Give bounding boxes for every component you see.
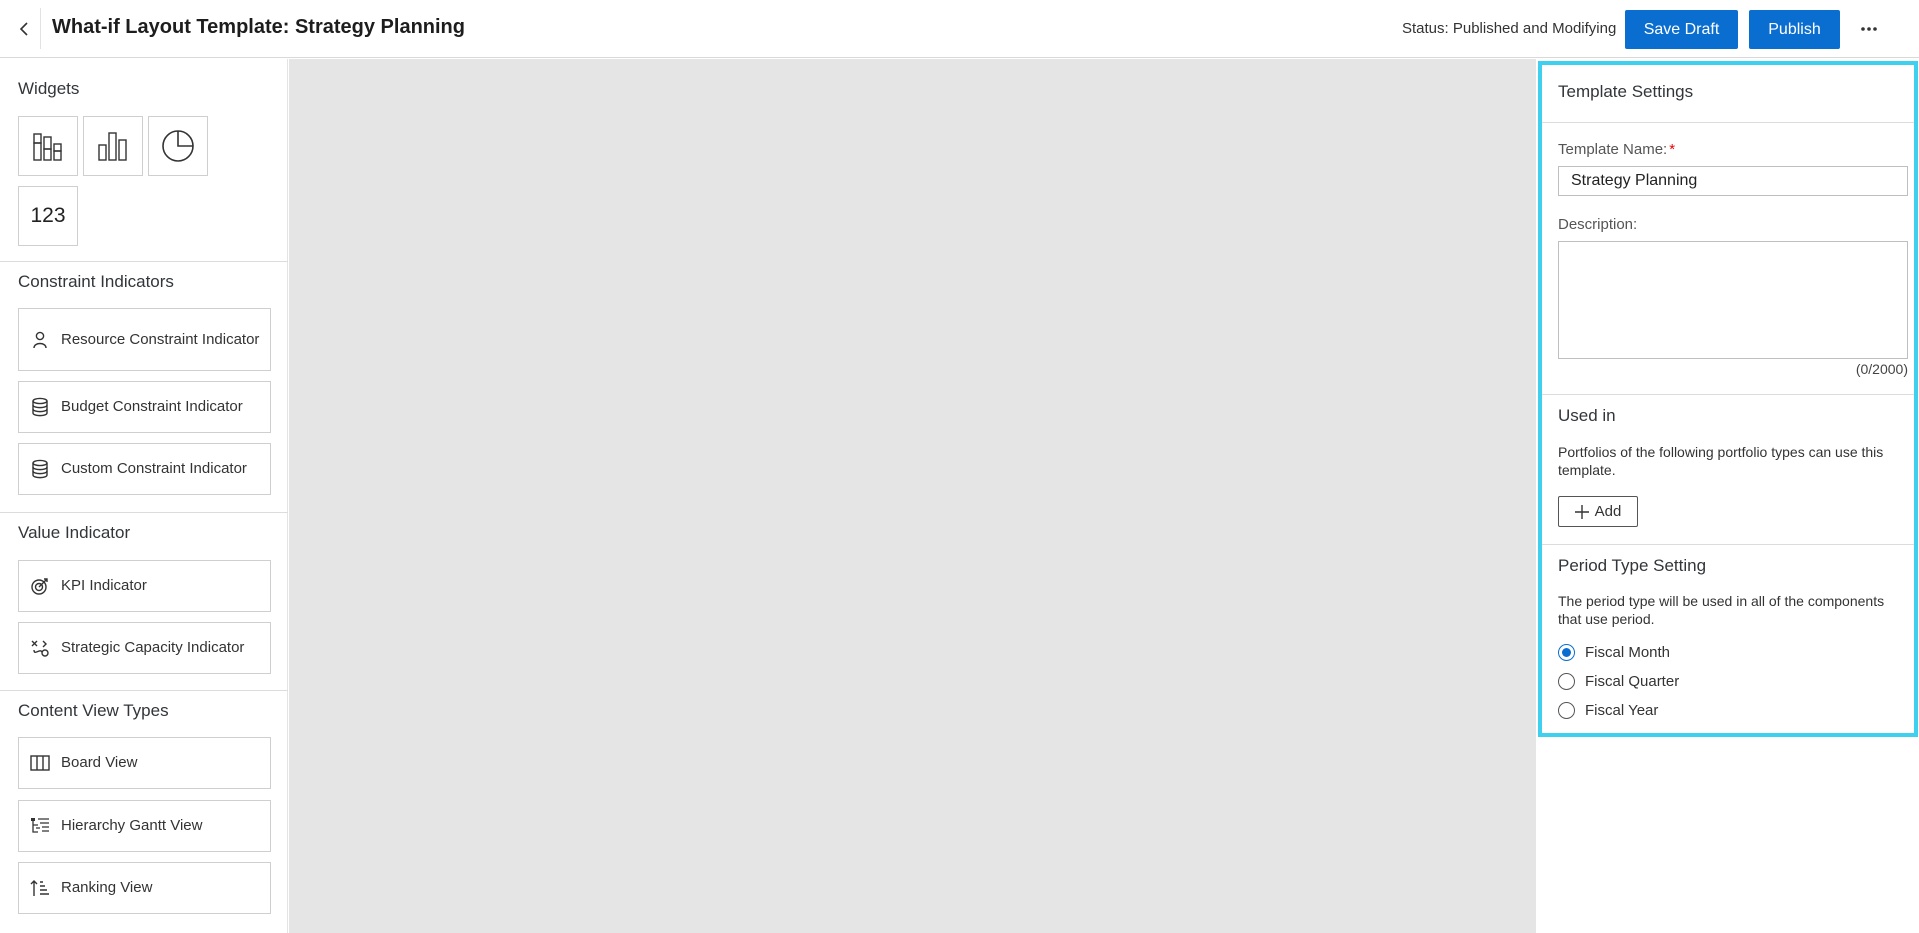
database-icon: [19, 397, 61, 417]
widget-pie-chart[interactable]: [148, 116, 208, 176]
widgets-section-title: Widgets: [18, 79, 80, 98]
widget-numeric[interactable]: 123: [18, 186, 78, 246]
person-icon: [19, 331, 61, 349]
value-section-title: Value Indicator: [18, 523, 131, 542]
content-view-section-title: Content View Types: [18, 701, 169, 720]
page-title: What-if Layout Template: Strategy Planni…: [52, 16, 465, 38]
template-settings-title: Template Settings: [1558, 82, 1694, 101]
board-icon: [19, 755, 61, 771]
radio-label: Fiscal Quarter: [1585, 673, 1680, 690]
numeric-icon: 123: [30, 204, 66, 227]
description-textarea[interactable]: [1558, 241, 1908, 359]
radio-fiscal-year[interactable]: Fiscal Year: [1558, 702, 1658, 719]
item-label: KPI Indicator: [61, 577, 147, 594]
resource-constraint-indicator-item[interactable]: Resource Constraint Indicator: [18, 308, 271, 371]
section-divider: [0, 512, 288, 513]
pie-chart-icon: [162, 130, 194, 162]
save-draft-button[interactable]: Save Draft: [1625, 10, 1738, 49]
kpi-indicator-item[interactable]: KPI Indicator: [18, 560, 271, 612]
status-text: Status: Published and Modifying: [1402, 20, 1617, 37]
item-label: Strategic Capacity Indicator: [61, 639, 245, 656]
radio-button-selected[interactable]: [1558, 644, 1575, 661]
period-type-title: Period Type Setting: [1558, 556, 1707, 575]
widget-bar-chart[interactable]: [83, 116, 143, 176]
strategic-capacity-indicator-item[interactable]: Strategic Capacity Indicator: [18, 622, 271, 674]
radio-fiscal-quarter[interactable]: Fiscal Quarter: [1558, 673, 1679, 690]
item-label: Resource Constraint Indicator: [61, 330, 260, 348]
item-label: Hierarchy Gantt View: [61, 817, 203, 834]
radio-button[interactable]: [1558, 673, 1575, 690]
custom-constraint-indicator-item[interactable]: Custom Constraint Indicator: [18, 443, 271, 495]
widget-grouped-bar-chart[interactable]: [18, 116, 78, 176]
header-divider: [40, 8, 41, 49]
ranking-view-item[interactable]: Ranking View: [18, 862, 271, 914]
back-button[interactable]: [10, 16, 38, 42]
layout-canvas[interactable]: [289, 59, 1536, 933]
item-label: Budget Constraint Indicator: [61, 398, 243, 415]
budget-constraint-indicator-item[interactable]: Budget Constraint Indicator: [18, 381, 271, 433]
constraint-section-title: Constraint Indicators: [18, 272, 174, 291]
section-divider: [0, 261, 288, 262]
hierarchy-gantt-view-item[interactable]: Hierarchy Gantt View: [18, 800, 271, 852]
radio-button[interactable]: [1558, 702, 1575, 719]
add-button-label: Add: [1594, 503, 1622, 520]
template-settings-panel: Template Settings Template Name:* Descri…: [1538, 61, 1918, 737]
description-label: Description:: [1558, 216, 1638, 233]
left-sidebar: Widgets 123 Constraint Indicators Resour…: [0, 59, 288, 933]
more-horizontal-icon: [1861, 27, 1877, 31]
used-in-title: Used in: [1558, 406, 1616, 425]
period-type-description: The period type will be used in all of t…: [1558, 593, 1885, 627]
grouped-bar-chart-icon: [33, 133, 62, 161]
more-options-button[interactable]: [1856, 16, 1882, 42]
add-portfolio-type-button[interactable]: Add: [1558, 496, 1638, 527]
chevron-left-icon: [19, 22, 28, 36]
used-in-description: Portfolios of the following portfolio ty…: [1558, 444, 1884, 478]
publish-button[interactable]: Publish: [1749, 10, 1840, 49]
plus-icon: [1574, 504, 1589, 519]
ranking-icon: [19, 879, 61, 897]
description-char-counter: (0/2000): [1855, 361, 1908, 377]
bar-chart-icon: [98, 132, 127, 161]
section-divider: [0, 690, 288, 691]
radio-label: Fiscal Year: [1585, 702, 1659, 719]
template-name-label: Template Name: *: [1558, 141, 1676, 158]
item-label: Custom Constraint Indicator: [61, 460, 247, 477]
panel-divider: [1542, 544, 1914, 545]
panel-divider: [1542, 122, 1914, 123]
panel-divider: [1542, 394, 1914, 395]
radio-label: Fiscal Month: [1585, 644, 1671, 661]
item-label: Board View: [61, 754, 138, 771]
strategy-icon: [19, 638, 61, 658]
hierarchy-icon: [19, 817, 61, 835]
radio-fiscal-month[interactable]: Fiscal Month: [1558, 644, 1670, 661]
board-view-item[interactable]: Board View: [18, 737, 271, 789]
required-marker: *: [1669, 141, 1676, 158]
template-name-input[interactable]: [1558, 166, 1908, 196]
target-icon: [19, 576, 61, 596]
top-header: What-if Layout Template: Strategy Planni…: [0, 0, 1919, 58]
database-icon: [19, 459, 61, 479]
item-label: Ranking View: [61, 879, 153, 896]
